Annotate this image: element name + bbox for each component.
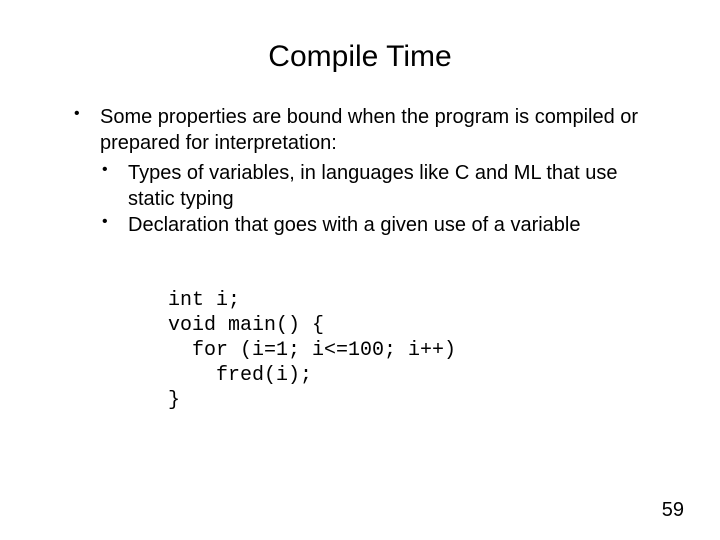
sub-bullet-item: Declaration that goes with a given use o… [100,212,660,238]
bullet-lead-text: Some properties are bound when the progr… [100,106,638,154]
sub-bullet-item: Types of variables, in languages like C … [100,160,660,212]
page-number: 59 [662,499,684,522]
slide: Compile Time Some properties are bound w… [0,0,720,540]
code-snippet: int i; void main() { for (i=1; i<=100; i… [168,288,660,413]
bullet-item: Some properties are bound when the progr… [72,104,660,238]
slide-title: Compile Time [60,40,660,74]
sub-bullet-list: Types of variables, in languages like C … [100,160,660,238]
bullet-list: Some properties are bound when the progr… [60,104,660,238]
